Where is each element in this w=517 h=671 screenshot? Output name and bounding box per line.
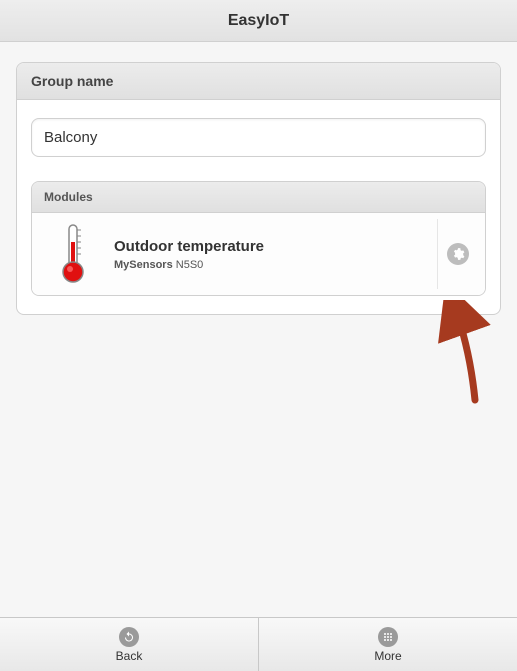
modules-panel: Modules Outdoor t bbox=[31, 181, 486, 296]
more-button[interactable]: More bbox=[259, 618, 517, 671]
thermometer-icon bbox=[38, 219, 108, 289]
gear-icon bbox=[447, 243, 469, 265]
group-panel: Group name Modules bbox=[16, 62, 501, 315]
more-label: More bbox=[374, 649, 401, 663]
back-button[interactable]: Back bbox=[0, 618, 259, 671]
main-content: Group name Modules bbox=[0, 42, 517, 335]
app-header: EasyIoT bbox=[0, 0, 517, 42]
modules-panel-header: Modules bbox=[32, 182, 485, 213]
module-subtitle: MySensors N5S0 bbox=[114, 259, 437, 271]
back-label: Back bbox=[116, 649, 143, 663]
footer-toolbar: Back More bbox=[0, 617, 517, 671]
module-settings-button[interactable] bbox=[437, 219, 477, 289]
module-provider: MySensors bbox=[114, 259, 173, 271]
module-info: Outdoor temperature MySensors N5S0 bbox=[108, 238, 437, 271]
module-row[interactable]: Outdoor temperature MySensors N5S0 bbox=[32, 213, 485, 295]
group-panel-body bbox=[17, 100, 500, 181]
module-address: N5S0 bbox=[176, 259, 204, 271]
group-panel-header: Group name bbox=[17, 63, 500, 100]
app-title: EasyIoT bbox=[228, 12, 289, 30]
group-name-input[interactable] bbox=[31, 118, 486, 157]
back-icon bbox=[119, 627, 139, 647]
grid-icon bbox=[378, 627, 398, 647]
module-title: Outdoor temperature bbox=[114, 238, 437, 255]
